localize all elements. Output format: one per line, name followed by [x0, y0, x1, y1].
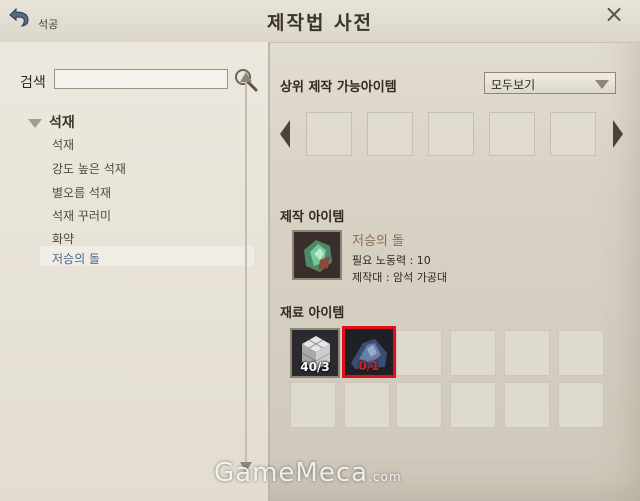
material-slot-empty	[450, 382, 496, 428]
materials-section-label: 재료 아이템	[280, 306, 345, 321]
upper-item-slot[interactable]	[550, 112, 596, 156]
search-input[interactable]	[54, 69, 228, 89]
material-slot-empty	[396, 330, 442, 376]
material-slot-empty	[396, 382, 442, 428]
upper-item-slot[interactable]	[489, 112, 535, 156]
material-slot-empty	[558, 330, 604, 376]
scrollbar-track-icon	[240, 72, 252, 472]
scrollbar[interactable]	[238, 72, 254, 472]
title-bar: 석공 제작법 사전 ×	[0, 0, 640, 43]
window-title: 제작법 사전	[266, 12, 373, 34]
material-slot-empty	[504, 330, 550, 376]
watermark-suffix: .com	[368, 470, 402, 484]
dark-ore-icon[interactable]: 0/1	[342, 326, 396, 378]
category-stone[interactable]: 석재	[28, 112, 75, 132]
upper-items-label: 상위 제작 가능아이템	[280, 80, 397, 95]
product-labor: 필요 노동력 : 10	[352, 254, 431, 267]
upper-item-slot[interactable]	[306, 112, 352, 156]
material-slot-empty	[504, 382, 550, 428]
list-item[interactable]: 강도 높은 석재	[52, 160, 126, 177]
list-item[interactable]: 별오름 석재	[52, 184, 111, 201]
product-name: 저승의 돌	[352, 234, 404, 249]
close-button[interactable]: ×	[604, 0, 624, 28]
list-item[interactable]: 화약	[52, 230, 74, 247]
left-panel: 검색 석재 석재 강도 높은 석재 별오름 석재 석재 꾸러미 화약 저승의 돌	[0, 42, 270, 501]
crafting-window: 석공 제작법 사전 × 검색 석재 석재 강도 높은 석재 별오름 석재 석재 …	[0, 0, 640, 501]
watermark-text: GameMeca	[214, 458, 369, 488]
category-label: 석재	[49, 115, 75, 131]
right-panel: 상위 제작 가능아이템 모두보기 제작 아이템 저승의 돌 필요 노동력 : 1…	[270, 42, 640, 501]
material-slot-empty	[344, 382, 390, 428]
filter-dropdown-value: 모두보기	[491, 78, 536, 92]
upper-item-slot[interactable]	[428, 112, 474, 156]
product-workbench: 제작대 : 암석 가공대	[352, 271, 448, 284]
collapse-triangle-icon	[28, 118, 42, 128]
next-arrow-icon[interactable]	[613, 120, 623, 148]
material-slot-empty	[290, 382, 336, 428]
list-item-selected[interactable]: 저승의 돌	[52, 250, 100, 267]
chevron-down-icon	[595, 80, 609, 89]
list-item[interactable]: 석재 꾸러미	[52, 207, 111, 224]
material-slot-empty	[450, 330, 496, 376]
material-slot-empty	[558, 382, 604, 428]
search-label: 검색	[20, 75, 46, 91]
filter-dropdown[interactable]: 모두보기	[484, 72, 616, 94]
green-stone-icon[interactable]	[292, 230, 342, 280]
material-count: 0/1	[358, 359, 380, 373]
watermark: GameMeca.com	[214, 458, 402, 488]
material-count: 40/3	[300, 360, 330, 374]
list-item[interactable]: 석재	[52, 136, 74, 153]
stone-block-icon[interactable]: 40/3	[290, 328, 340, 378]
product-section-label: 제작 아이템	[280, 210, 345, 225]
upper-item-slot[interactable]	[367, 112, 413, 156]
prev-arrow-icon[interactable]	[280, 120, 290, 148]
